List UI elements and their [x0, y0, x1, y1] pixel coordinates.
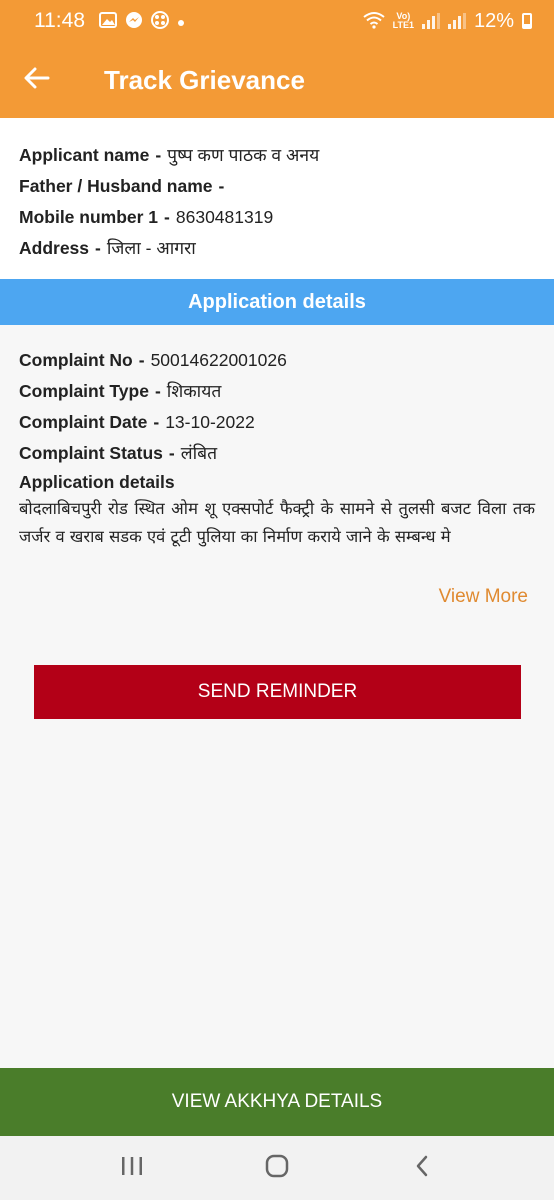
- application-details-label: Application details: [19, 472, 175, 492]
- complaint-no-row: Complaint No -50014622001026: [19, 350, 287, 370]
- nav-back-button[interactable]: [392, 1143, 452, 1193]
- signal-1-icon: [421, 13, 440, 29]
- more-notifications-dot-icon: [177, 13, 185, 30]
- complaint-date-row: Complaint Date -13-10-2022: [19, 412, 255, 432]
- applicant-name-value: पुष्प कण पाठक व अनय: [167, 145, 320, 165]
- home-icon: [264, 1153, 290, 1184]
- mobile-row: Mobile number 1-8630481319: [19, 207, 274, 227]
- father-name-row: Father / Husband name -: [19, 176, 225, 196]
- complaint-no-value: 50014622001026: [150, 350, 287, 370]
- applicant-name-row: Applicant name - पुष्प कण पाठक व अनय: [19, 145, 320, 165]
- arrow-left-icon: [24, 63, 50, 97]
- complaint-status-label: Complaint Status: [19, 443, 163, 463]
- address-label: Address: [19, 238, 90, 258]
- back-button[interactable]: [0, 42, 70, 118]
- home-button[interactable]: [247, 1143, 307, 1193]
- application-details-text: बोदलाबिचपुरी रोड स्थित ओम शू एक्सपोर्ट फ…: [19, 499, 535, 546]
- complaint-status-value: लंबित: [180, 443, 218, 463]
- send-reminder-button[interactable]: SEND REMINDER: [34, 665, 521, 719]
- address-value: जिला - आगरा: [106, 238, 196, 258]
- complaint-date-label: Complaint Date: [19, 412, 148, 432]
- app-notification-icon: [151, 10, 169, 32]
- mobile-label: Mobile number 1: [19, 207, 159, 227]
- mobile-value: 8630481319: [175, 207, 274, 227]
- chevron-left-icon: [413, 1154, 431, 1183]
- app-bar: Track Grievance: [0, 42, 554, 118]
- complaint-type-label: Complaint Type: [19, 381, 149, 401]
- application-details-header: Application details: [0, 279, 554, 325]
- system-nav-bar: [0, 1136, 554, 1200]
- applicant-name-label: Applicant name: [19, 145, 150, 165]
- signal-2-icon: [447, 13, 466, 29]
- father-name-label: Father / Husband name: [19, 176, 213, 196]
- complaint-type-row: Complaint Type - शिकायत: [19, 381, 222, 401]
- wifi-icon: [363, 11, 385, 32]
- status-time: 11:48: [34, 9, 85, 32]
- page-title: Track Grievance: [104, 64, 305, 95]
- battery-percentage: 12%: [473, 9, 514, 32]
- status-bar: 11:48 Vo) LTE1 12%: [0, 0, 554, 42]
- complaint-date-value: 13-10-2022: [165, 412, 255, 432]
- complaint-no-label: Complaint No: [19, 350, 133, 370]
- view-akkhya-details-button[interactable]: VIEW AKKHYA DETAILS: [0, 1068, 554, 1136]
- address-row: Address - जिला - आगरा: [19, 238, 196, 258]
- view-more-link[interactable]: View More: [439, 586, 528, 608]
- recents-icon: [120, 1155, 144, 1182]
- applicant-info: Applicant name - पुष्प कण पाठक व अनय Fathe…: [0, 118, 554, 279]
- complaint-status-row: Complaint Status - लंबित: [19, 443, 218, 463]
- volte-lte-icon: Vo) LTE1: [392, 11, 414, 30]
- battery-icon: [522, 13, 532, 29]
- complaint-type-value: शिकायत: [166, 381, 222, 401]
- complaint-details: Complaint No -50014622001026 Complaint Ty…: [0, 325, 554, 551]
- gallery-icon: [99, 11, 117, 31]
- recents-button[interactable]: [102, 1143, 162, 1193]
- messenger-icon: [125, 11, 143, 32]
